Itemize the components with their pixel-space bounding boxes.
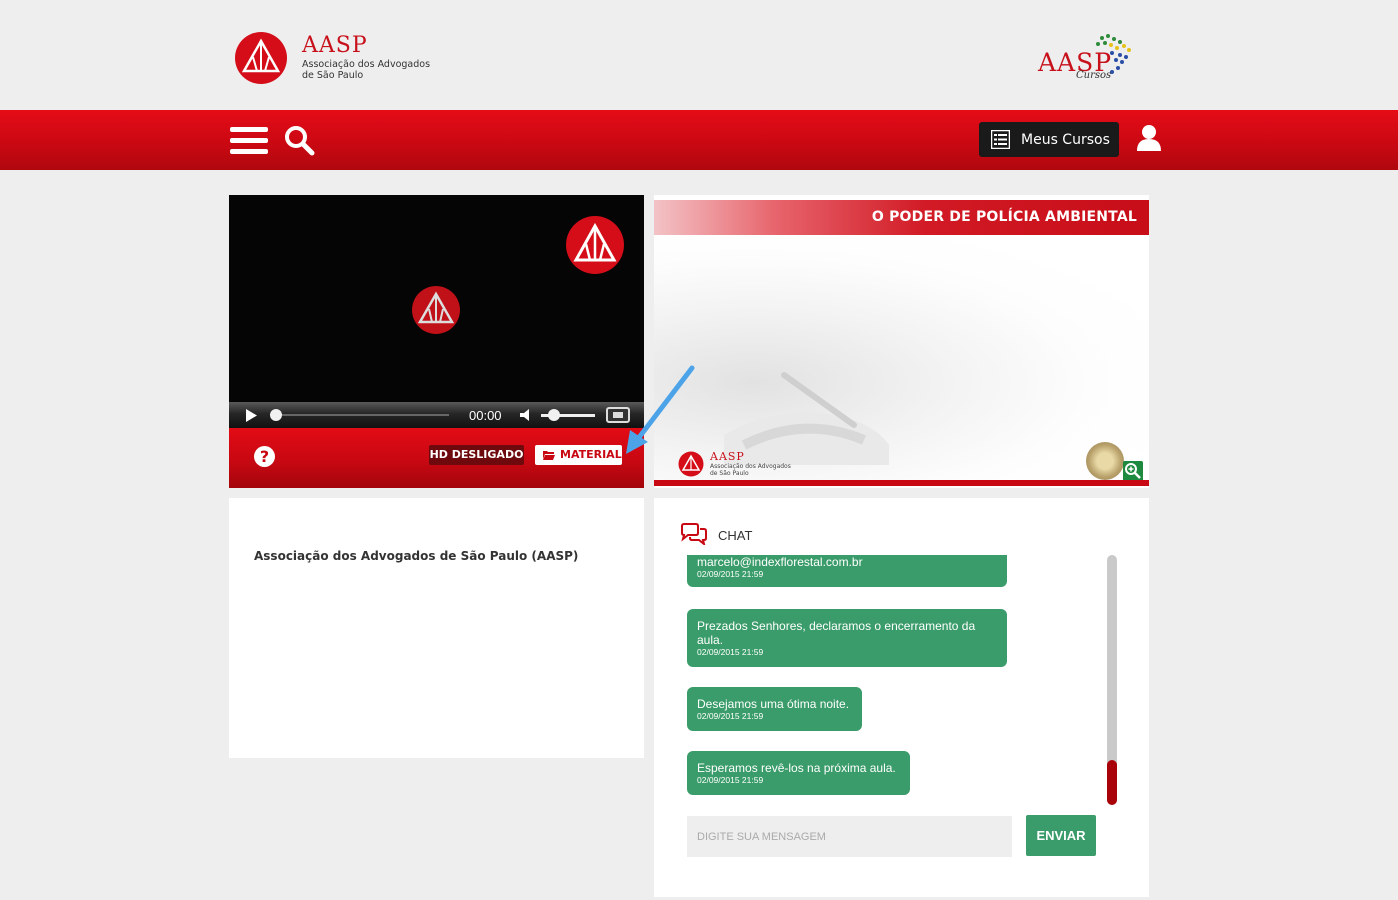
chat-message: Prezados Senhores, declaramos o encerram… [687,609,1007,667]
list-icon [991,130,1010,149]
hamburger-menu-icon[interactable] [230,127,268,155]
logo-subtitle-line-2: de São Paulo [302,70,364,81]
help-icon[interactable]: ? [254,446,275,467]
zoom-in-icon[interactable] [1123,461,1143,481]
message-time: 02/09/2015 21:59 [697,775,764,785]
meus-cursos-button[interactable]: Meus Cursos [979,122,1119,157]
chat-scrollbar-thumb[interactable] [1107,760,1117,805]
chat-message: Esperamos revê-los na próxima aula. 02/0… [687,751,910,795]
slide-title: O PODER DE POLÍCIA AMBIENTAL [871,209,1137,225]
slide-background-image [654,235,1149,480]
progress-bar[interactable] [273,414,449,416]
slide-logo-subtitle-1: Associação dos Advogados [710,463,791,470]
organization-name: Associação dos Advogados de São Paulo (A… [254,549,579,563]
message-text: Esperamos revê-los na próxima aula. [697,761,896,775]
aasp-watermark-icon [566,216,624,274]
material-label: MATERIAL [560,448,622,461]
progress-handle[interactable] [270,409,282,421]
material-button[interactable]: MATERIAL [535,445,622,465]
aasp-center-logo-icon [412,286,460,334]
slide-footer-bar [654,480,1149,486]
user-icon[interactable] [1136,124,1162,152]
message-time: 02/09/2015 21:59 [697,711,764,721]
annotation-arrow-icon [626,365,695,454]
volume-icon[interactable] [520,408,534,422]
main-navbar [0,110,1398,170]
hand-writing-photo [724,372,889,465]
message-text: Desejamos uma ótima noite. [697,697,850,711]
logo-subtitle-line-1: Associação dos Advogados [302,59,431,70]
video-player[interactable]: 00:00 ? HD DESLIGADO MATERIAL [229,195,644,488]
page-header: AASP Associação dos Advogados de São Pau… [0,0,1398,110]
course-info-panel: Associação dos Advogados de São Paulo (A… [229,498,644,758]
slide-header: O PODER DE POLÍCIA AMBIENTAL [654,200,1149,235]
chat-message-input[interactable] [687,816,1012,857]
chat-message: marcelo@indexflorestal.com.br 02/09/2015… [687,555,1007,587]
chat-bubbles-icon [681,523,707,545]
volume-handle[interactable] [548,409,560,421]
message-text: Prezados Senhores, declaramos o encerram… [697,619,976,647]
aasp-cursos-logo[interactable]: AASP Cursos [1036,30,1142,84]
message-text: marcelo@indexflorestal.com.br [697,555,863,569]
message-time: 02/09/2015 21:59 [697,569,764,579]
hd-toggle-button[interactable]: HD DESLIGADO [429,445,524,465]
message-time: 02/09/2015 21:59 [697,647,764,657]
chat-message-list[interactable]: marcelo@indexflorestal.com.br 02/09/2015… [687,555,1107,805]
folder-open-icon [543,451,555,460]
meus-cursos-label: Meus Cursos [1021,131,1110,148]
current-time: 00:00 [469,408,502,423]
send-button[interactable]: ENVIAR [1026,815,1096,856]
play-icon[interactable] [245,409,258,422]
chat-title: CHAT [718,528,753,543]
slide-viewer: O PODER DE POLÍCIA AMBIENTAL AASP Associ… [654,195,1149,488]
seal-icon [1086,442,1124,480]
slide-logo-title: AASP [710,450,745,463]
player-controls: 00:00 [229,402,644,428]
logo-title: AASP [302,33,368,58]
aasp-emblem-icon [235,32,287,84]
cursos-label: Cursos [1076,70,1112,81]
player-toolbar: ? HD DESLIGADO MATERIAL [229,428,644,488]
slide-logo-subtitle-2: de São Paulo [710,470,749,477]
search-icon[interactable] [283,124,315,156]
chat-panel: CHAT marcelo@indexflorestal.com.br 02/09… [654,498,1149,897]
chat-message: Desejamos uma ótima noite. 02/09/2015 21… [687,687,862,731]
aasp-logo[interactable]: AASP Associação dos Advogados de São Pau… [234,31,430,85]
